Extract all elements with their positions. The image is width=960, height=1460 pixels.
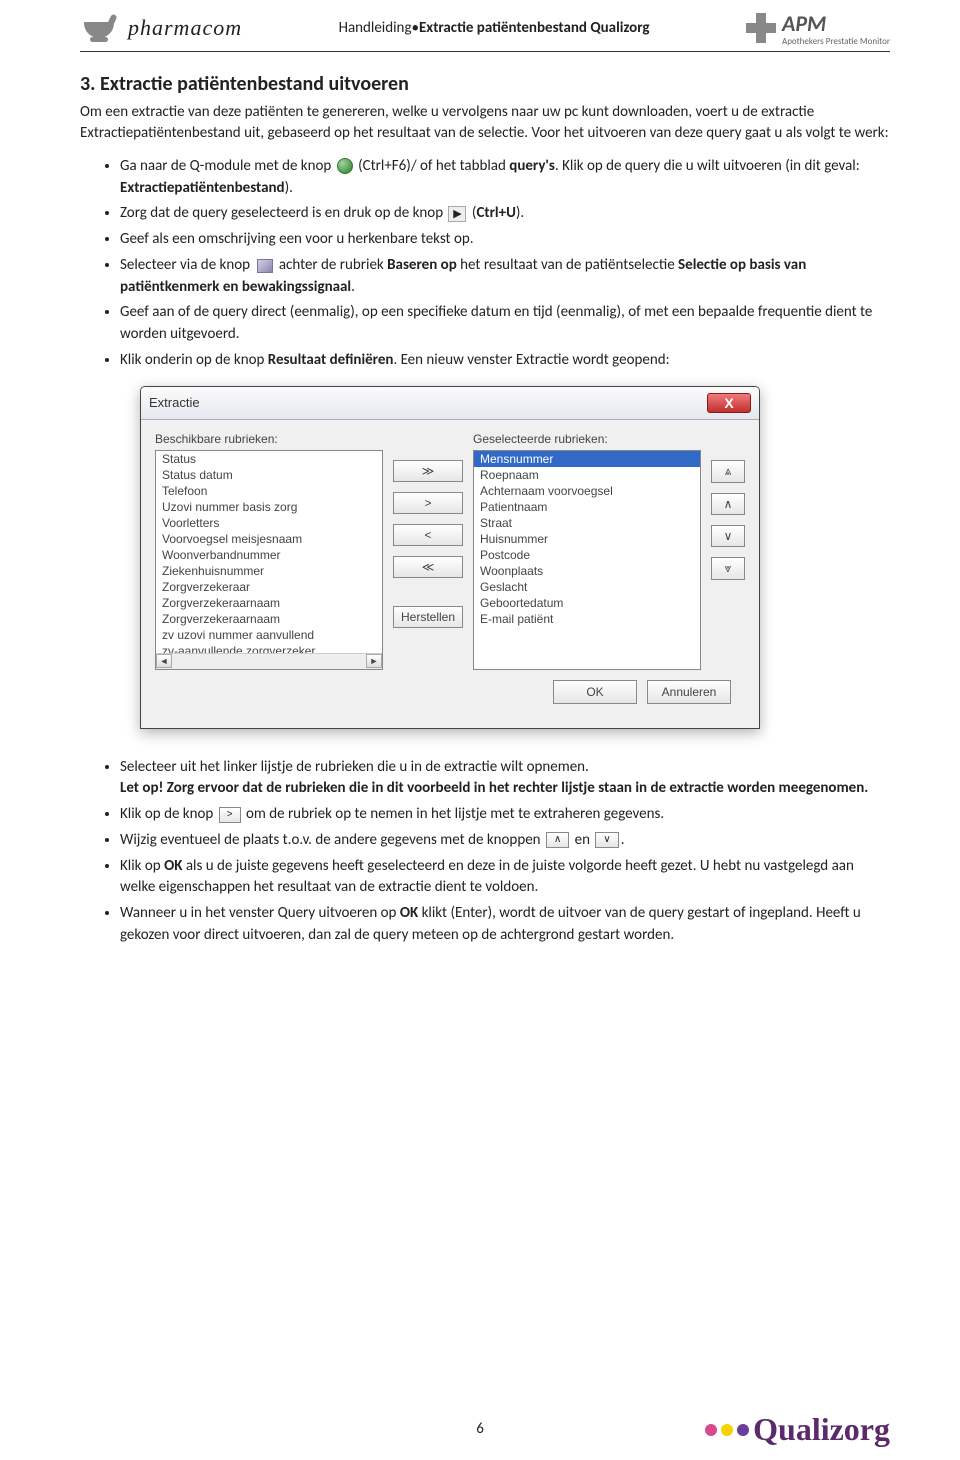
list-item[interactable]: Geslacht — [474, 579, 700, 595]
instruction-list-1: Ga naar de Q-module met de knop (Ctrl+F6… — [80, 156, 890, 372]
list-item[interactable]: Woonplaats — [474, 563, 700, 579]
brand-name: pharmacom — [128, 15, 242, 41]
remove-button[interactable]: < — [393, 524, 463, 546]
close-button[interactable]: X — [707, 393, 751, 413]
horizontal-scrollbar[interactable]: ◄ ► — [156, 653, 382, 669]
apm-cross-icon — [746, 13, 776, 43]
selector-icon — [255, 257, 273, 273]
inline-up-button: ∧ — [546, 832, 569, 848]
list-item[interactable]: Zorgverzekeraarnaam — [156, 595, 382, 611]
qualizorg-dot-icon — [705, 1424, 717, 1436]
scroll-right-icon[interactable]: ► — [366, 654, 382, 668]
ok-button[interactable]: OK — [553, 680, 637, 704]
available-label: Beschikbare rubrieken: — [155, 432, 383, 446]
section-heading: 3. Extractie patiëntenbestand uitvoeren — [80, 72, 890, 96]
reset-button[interactable]: Herstellen — [393, 606, 463, 628]
list-item[interactable]: E-mail patiënt — [474, 611, 700, 627]
list-item: Klik op de knop > om de rubriek op te ne… — [120, 804, 890, 826]
list-item[interactable]: Mensnummer — [474, 451, 700, 467]
intro-paragraph: Om een extractie van deze patiënten te g… — [80, 102, 890, 144]
run-query-icon: ▶ — [448, 206, 466, 222]
qualizorg-dot-icon — [737, 1424, 749, 1436]
list-item[interactable]: Telefoon — [156, 483, 382, 499]
page-header: pharmacom Handleiding•Extractie patiënte… — [80, 10, 890, 52]
list-item: Klik onderin op de knop Resultaat defini… — [120, 350, 890, 372]
available-listbox[interactable]: StatusStatus datumTelefoonUzovi nummer b… — [155, 450, 383, 670]
add-all-button[interactable]: ≫ — [393, 460, 463, 482]
list-item: Selecteer uit het linker lijstje de rubr… — [120, 757, 890, 801]
list-item[interactable]: Patientnaam — [474, 499, 700, 515]
list-item[interactable]: Voorletters — [156, 515, 382, 531]
cancel-button[interactable]: Annuleren — [647, 680, 731, 704]
move-bottom-button[interactable]: ⩔ — [711, 557, 745, 580]
list-item[interactable]: Ziekenhuisnummer — [156, 563, 382, 579]
list-item[interactable]: zv uzovi nummer aanvullend — [156, 627, 382, 643]
scroll-left-icon[interactable]: ◄ — [156, 654, 172, 668]
qualizorg-logo: Qualizorg — [705, 1411, 890, 1448]
list-item: Wanneer u in het venster Query uitvoeren… — [120, 903, 890, 947]
list-item: Zorg dat de query geselecteerd is en dru… — [120, 203, 890, 225]
add-button[interactable]: > — [393, 492, 463, 514]
list-item[interactable]: Uzovi nummer basis zorg — [156, 499, 382, 515]
list-item[interactable]: Postcode — [474, 547, 700, 563]
inline-add-button: > — [219, 807, 241, 823]
move-top-button[interactable]: ⩓ — [711, 460, 745, 483]
list-item[interactable]: Straat — [474, 515, 700, 531]
move-down-button[interactable]: ∨ — [711, 525, 745, 547]
list-item[interactable]: Status datum — [156, 467, 382, 483]
list-item[interactable]: Status — [156, 451, 382, 467]
list-item: Selecteer via de knop achter de rubriek … — [120, 255, 890, 299]
apm-logo: APM Apothekers Prestatie Monitor — [746, 10, 890, 47]
page-number: 6 — [476, 1420, 484, 1438]
list-item[interactable]: Zorgverzekeraarnaam — [156, 611, 382, 627]
extractie-dialog: Extractie X Beschikbare rubrieken: Statu… — [140, 386, 760, 729]
pharmacom-logo-icon — [80, 14, 120, 42]
list-item[interactable]: Geboortedatum — [474, 595, 700, 611]
list-item[interactable]: Roepnaam — [474, 467, 700, 483]
list-item: Wijzig eventueel de plaats t.o.v. de and… — [120, 830, 890, 852]
move-up-button[interactable]: ∧ — [711, 493, 745, 515]
list-item: Klik op OK als u de juiste gegevens heef… — [120, 856, 890, 900]
qualizorg-dot-icon — [721, 1424, 733, 1436]
list-item[interactable]: Voorvoegsel meisjesnaam — [156, 531, 382, 547]
list-item[interactable]: Achternaam voorvoegsel — [474, 483, 700, 499]
dialog-titlebar[interactable]: Extractie X — [141, 387, 759, 420]
q-module-icon — [337, 158, 353, 174]
instruction-list-2: Selecteer uit het linker lijstje de rubr… — [80, 757, 890, 947]
selected-listbox[interactable]: MensnummerRoepnaamAchternaam voorvoegsel… — [473, 450, 701, 670]
list-item[interactable]: Zorgverzekeraar — [156, 579, 382, 595]
remove-all-button[interactable]: ≪ — [393, 556, 463, 578]
dialog-title: Extractie — [149, 395, 200, 410]
header-subtitle: Handleiding•Extractie patiëntenbestand Q… — [339, 19, 650, 37]
inline-down-button: ∨ — [595, 832, 618, 848]
list-item[interactable]: Woonverbandnummer — [156, 547, 382, 563]
selected-label: Geselecteerde rubrieken: — [473, 432, 701, 446]
list-item: Geef aan of de query direct (eenmalig), … — [120, 302, 890, 346]
list-item[interactable]: Huisnummer — [474, 531, 700, 547]
list-item: Ga naar de Q-module met de knop (Ctrl+F6… — [120, 156, 890, 200]
list-item: Geef als een omschrijving een voor u her… — [120, 229, 890, 251]
